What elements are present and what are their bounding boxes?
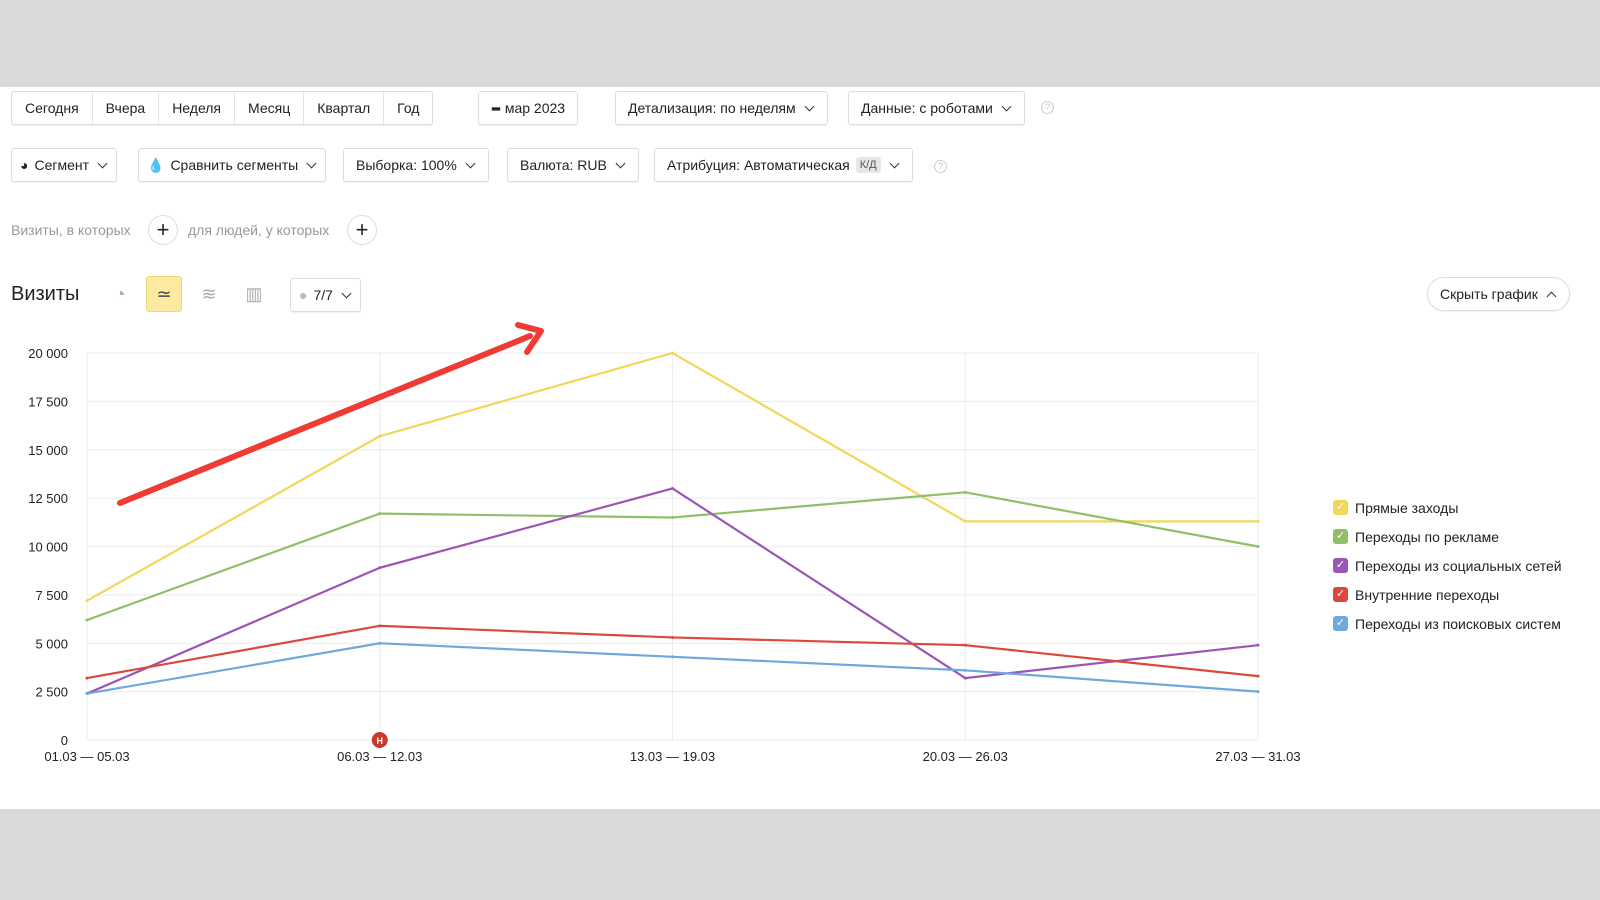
- data-point: [671, 486, 674, 490]
- y-tick-label: 7 500: [35, 588, 68, 603]
- data-point: [378, 512, 382, 516]
- data-point: [378, 641, 382, 645]
- legend-item[interactable]: ✓ Переходы из поисковых систем: [1333, 609, 1562, 638]
- y-tick-label: 0: [61, 733, 68, 748]
- checkbox-checked-icon[interactable]: ✓: [1333, 587, 1348, 602]
- data-point: [85, 618, 89, 622]
- data-point: [1256, 674, 1260, 678]
- legend-label: Внутренние переходы: [1355, 586, 1500, 603]
- data-point: [963, 643, 967, 647]
- legend-item[interactable]: ✓ Внутренние переходы: [1333, 580, 1562, 609]
- legend-item[interactable]: ✓ Переходы по рекламе: [1333, 522, 1562, 551]
- y-tick-label: 15 000: [28, 443, 68, 458]
- data-point: [1256, 519, 1260, 523]
- legend-label: Переходы по рекламе: [1355, 528, 1500, 545]
- data-point: [378, 434, 382, 438]
- x-tick-label: 06.03 — 12.03: [337, 749, 422, 764]
- x-tick-label: 13.03 — 19.03: [630, 749, 715, 764]
- legend-label: Переходы из социальных сетей: [1355, 557, 1562, 574]
- data-point: [85, 692, 89, 696]
- checkbox-checked-icon[interactable]: ✓: [1333, 558, 1348, 573]
- checkbox-checked-icon[interactable]: ✓: [1333, 616, 1348, 631]
- data-point: [378, 566, 382, 570]
- holiday-marker-label: Н: [377, 736, 384, 746]
- x-tick-label: 01.03 — 05.03: [44, 749, 129, 764]
- y-tick-label: 2 500: [35, 685, 68, 700]
- legend-label: Прямые заходы: [1355, 499, 1459, 516]
- data-point: [1256, 690, 1260, 694]
- data-point: [378, 624, 382, 628]
- data-point: [85, 599, 89, 603]
- chart-legend: ✓ Прямые заходы ✓ Переходы по рекламе ✓ Перех…: [1333, 493, 1562, 638]
- data-point: [963, 676, 967, 680]
- data-point: [671, 515, 674, 519]
- y-tick-label: 17 500: [28, 394, 68, 409]
- y-tick-label: 20 000: [28, 346, 68, 361]
- data-point: [85, 676, 89, 680]
- data-point: [671, 655, 674, 659]
- legend-label: Переходы из поисковых систем: [1355, 615, 1561, 632]
- legend-item[interactable]: ✓ Прямые заходы: [1333, 493, 1562, 522]
- y-tick-label: 5 000: [35, 636, 68, 651]
- y-tick-label: 10 000: [28, 540, 68, 555]
- data-point: [963, 668, 967, 672]
- data-point: [1256, 643, 1260, 647]
- x-tick-label: 20.03 — 26.03: [923, 749, 1008, 764]
- checkbox-checked-icon[interactable]: ✓: [1333, 500, 1348, 515]
- data-point: [1256, 545, 1260, 548]
- x-tick-label: 27.03 — 31.03: [1215, 749, 1300, 764]
- legend-item[interactable]: ✓ Переходы из социальных сетей: [1333, 551, 1562, 580]
- data-point: [671, 635, 674, 639]
- data-point: [963, 490, 967, 494]
- checkbox-checked-icon[interactable]: ✓: [1333, 529, 1348, 544]
- data-point: [963, 519, 967, 523]
- y-tick-label: 12 500: [28, 491, 68, 506]
- annotation-arrow-shaft: [117, 333, 533, 506]
- data-point: [671, 351, 674, 355]
- line-chart: 0 2 500 5 000 7 500 10 000 12 500 15 000 17 500…: [28, 322, 1301, 764]
